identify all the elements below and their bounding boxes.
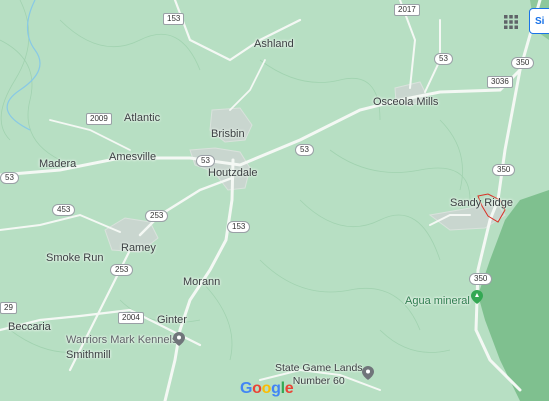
poi-label[interactable]: Warriors Mark Kennels	[66, 334, 177, 346]
route-shield: 3036	[487, 76, 513, 88]
route-shield: 29	[0, 302, 17, 314]
route-shield: 253	[110, 264, 134, 276]
place-label[interactable]: Houtzdale	[208, 167, 258, 179]
route-shield: 253	[145, 210, 169, 222]
route-shield: 2009	[86, 113, 112, 125]
place-label[interactable]: Ramey	[121, 242, 156, 254]
google-logo: Google	[240, 380, 294, 398]
route-shield: 350	[511, 57, 535, 69]
place-label[interactable]: Beccaria	[8, 321, 51, 333]
route-shield: 453	[52, 204, 76, 216]
route-shield: 2017	[394, 4, 420, 16]
place-label[interactable]: Ginter	[157, 314, 187, 326]
route-shield: 53	[196, 155, 215, 167]
park-label-line: State Game Lands	[275, 362, 363, 374]
logo-letter: o	[261, 380, 272, 397]
place-label[interactable]: Ashland	[254, 38, 294, 50]
route-shield: 53	[0, 172, 19, 184]
route-shield: 53	[295, 144, 314, 156]
route-shield: 153	[227, 221, 251, 233]
logo-letter: G	[240, 380, 253, 397]
place-label[interactable]: Atlantic	[124, 112, 160, 124]
map-pin-icon[interactable]	[362, 366, 374, 380]
place-label[interactable]: Amesville	[109, 151, 156, 163]
place-label[interactable]: Smithmill	[66, 349, 111, 361]
logo-letter: e	[284, 380, 294, 397]
sign-in-button[interactable]: Si	[529, 8, 549, 34]
route-shield: 350	[469, 273, 493, 285]
logo-letter: g	[271, 380, 281, 397]
place-label[interactable]: Smoke Run	[46, 252, 103, 264]
map-pin-icon[interactable]	[173, 332, 185, 346]
route-shield: 350	[492, 164, 516, 176]
apps-grid-icon[interactable]	[503, 14, 519, 30]
poi-label[interactable]: Agua mineral	[405, 295, 470, 307]
place-label[interactable]: Sandy Ridge	[450, 197, 513, 209]
place-label[interactable]: Brisbin	[211, 128, 245, 140]
route-shield: 153	[163, 13, 185, 25]
route-shield: 2004	[118, 312, 144, 324]
place-label[interactable]: Morann	[183, 276, 220, 288]
logo-letter: o	[252, 380, 262, 397]
route-shield: 53	[434, 53, 453, 65]
place-label[interactable]: Madera	[39, 158, 76, 170]
place-label[interactable]: Osceola Mills	[373, 96, 438, 108]
map-pin-icon[interactable]	[471, 290, 483, 304]
